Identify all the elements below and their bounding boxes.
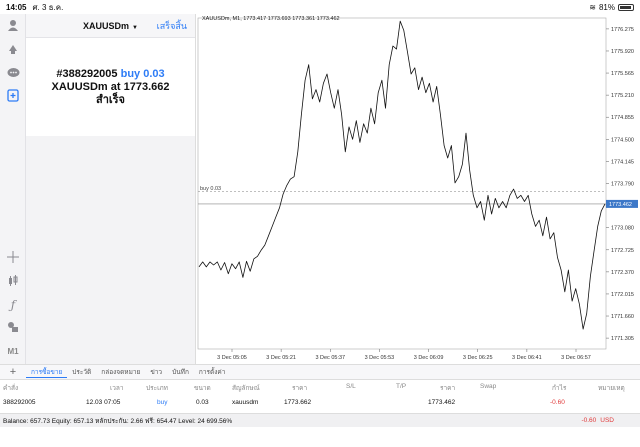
col-price: ราคา	[292, 385, 308, 392]
y-tick-label: 1772.015	[611, 292, 634, 298]
col-type: ประเภท	[146, 385, 168, 392]
tab-journal[interactable]: บันทึก	[167, 367, 194, 377]
chart-title: XAUUSDm, M1, 1773.417 1773.693 1773.361 …	[202, 16, 340, 22]
y-tick-label: 1773.790	[611, 182, 634, 188]
x-tick-label: 3 Dec 06:09	[414, 355, 444, 361]
x-tick-label: 3 Dec 05:21	[266, 355, 296, 361]
y-tick-label: 1775.920	[611, 49, 634, 55]
order-confirmation: #388292005 buy 0.03 XAUUSDm at 1773.662 …	[26, 38, 195, 136]
position-ticket: 388292005	[3, 399, 36, 406]
symbol-selector[interactable]: XAUUSDm ▼	[83, 21, 138, 31]
chevron-down-icon: ▼	[132, 24, 138, 31]
plus-icon[interactable]: +	[0, 366, 26, 378]
positions-header: คำสั่ง เวลา ประเภท ขนาด สัญลักษณ์ ราคา S…	[0, 380, 640, 394]
tab-trade[interactable]: การซื้อขาย	[26, 367, 68, 378]
y-tick-label: 1772.725	[611, 248, 634, 254]
col-current-price: ราคา	[440, 385, 456, 392]
col-profit: กำไร	[552, 385, 567, 392]
order-result-panel: XAUUSDm ▼ เสร็จสิ้น #388292005 buy 0.03 X…	[26, 14, 196, 364]
timeframe-button[interactable]: M1	[4, 342, 22, 360]
status-bar: 14:05 ศ. 3 ธ.ค. ≋ 81%	[0, 0, 640, 14]
position-symbol: xauusdm	[232, 399, 259, 406]
col-size: ขนาด	[194, 385, 211, 392]
tab-settings[interactable]: การตั้งค่า	[194, 367, 230, 377]
account-summary: Balance: 657.73 Equity: 657.13 หลักประกั…	[0, 413, 640, 427]
position-current-price: 1773.462	[428, 399, 456, 406]
wifi-icon: ≋	[589, 2, 596, 12]
total-profit-value: -0.60	[581, 417, 597, 424]
bid-price-label: 1773.462	[609, 202, 632, 208]
y-tick-label: 1774.500	[611, 137, 634, 143]
new-order-icon[interactable]	[4, 86, 22, 104]
battery-icon	[618, 3, 634, 11]
indicators-icon[interactable]: ƒ	[4, 296, 22, 314]
x-tick-label: 3 Dec 05:53	[365, 355, 395, 361]
status-date: ศ. 3 ธ.ค.	[32, 2, 64, 12]
price-chart[interactable]: XAUUSDm, M1, 1773.417 1773.693 1773.361 …	[196, 14, 640, 364]
position-open-price: 1773.662	[284, 399, 312, 406]
total-profit: -0.60 USD	[581, 417, 614, 424]
x-tick-label: 3 Dec 06:41	[512, 355, 542, 361]
order-ticket-line: #388292005 buy 0.03	[56, 68, 164, 81]
y-tick-label: 1772.370	[611, 270, 634, 276]
toolbox-tabs: + การซื้อขาย ประวัติ กล่องจดหมาย ข่าว บั…	[0, 364, 640, 380]
col-sl: S/L	[346, 383, 356, 390]
col-time: เวลา	[110, 385, 124, 392]
order-price-line: XAUUSDm at 1773.662	[51, 81, 169, 94]
col-symbol: สัญลักษณ์	[232, 385, 260, 392]
chat-icon[interactable]	[4, 64, 22, 82]
order-level-label: buy 0.03	[200, 186, 221, 192]
trade-icon[interactable]	[4, 40, 22, 58]
candlestick-icon[interactable]	[4, 272, 22, 290]
symbol-label: XAUUSDm	[83, 20, 130, 31]
table-row[interactable]: 388292005 12.03 07:05 buy 0.03 xauusdm 1…	[0, 396, 640, 412]
status-right: ≋ 81%	[589, 3, 634, 12]
y-tick-label: 1771.305	[611, 336, 634, 342]
y-tick-label: 1774.145	[611, 159, 634, 165]
order-symbol-prefix: XAUUSDm at	[51, 80, 121, 93]
col-tp: T/P	[396, 383, 407, 390]
x-tick-label: 3 Dec 05:37	[315, 355, 345, 361]
x-tick-label: 3 Dec 05:05	[217, 355, 247, 361]
col-swap: Swap	[480, 383, 497, 390]
done-button[interactable]: เสร็จสิ้น	[157, 19, 187, 33]
left-toolbar: ƒ M1	[0, 14, 26, 364]
order-status: สำเร็จ	[95, 93, 125, 106]
objects-icon[interactable]	[4, 318, 22, 336]
x-tick-label: 3 Dec 06:57	[561, 355, 591, 361]
plot-frame	[197, 17, 607, 350]
y-tick-label: 1773.080	[611, 226, 634, 232]
status-time: 14:05	[6, 2, 27, 12]
order-side-size: buy 0.03	[120, 67, 165, 80]
position-profit: -0.60	[550, 399, 565, 406]
y-tick-label: 1776.275	[611, 27, 634, 33]
tab-news[interactable]: ข่าว	[145, 367, 167, 377]
col-comment: หมายเหตุ	[598, 385, 625, 392]
col-order: คำสั่ง	[3, 385, 19, 392]
crosshair-icon[interactable]	[4, 248, 22, 266]
account-icon[interactable]	[4, 16, 22, 34]
y-tick-label: 1771.660	[611, 314, 634, 320]
tab-history[interactable]: ประวัติ	[67, 367, 96, 377]
battery-percent: 81%	[598, 2, 615, 12]
order-ticket: #388292005	[56, 67, 118, 80]
chart-svg: 1776.275 1775.920 1775.565 1775.210 1774.855…	[197, 17, 638, 361]
balance-text: Balance: 657.73 Equity: 657.13 หลักประกั…	[3, 417, 233, 425]
total-profit-currency: USD	[600, 417, 614, 424]
tab-mailbox[interactable]: กล่องจดหมาย	[96, 367, 145, 377]
y-tick-label: 1775.210	[611, 93, 634, 99]
y-tick-label: 1774.855	[611, 115, 634, 121]
order-price: 1773.662	[123, 80, 170, 93]
price-series-line	[198, 20, 606, 330]
x-tick-label: 3 Dec 06:25	[463, 355, 493, 361]
position-type: buy	[157, 399, 168, 406]
position-time: 12.03 07:05	[86, 399, 121, 406]
y-tick-label: 1775.565	[611, 71, 634, 77]
position-size: 0.03	[196, 399, 209, 406]
order-header: XAUUSDm ▼ เสร็จสิ้น	[26, 14, 195, 38]
